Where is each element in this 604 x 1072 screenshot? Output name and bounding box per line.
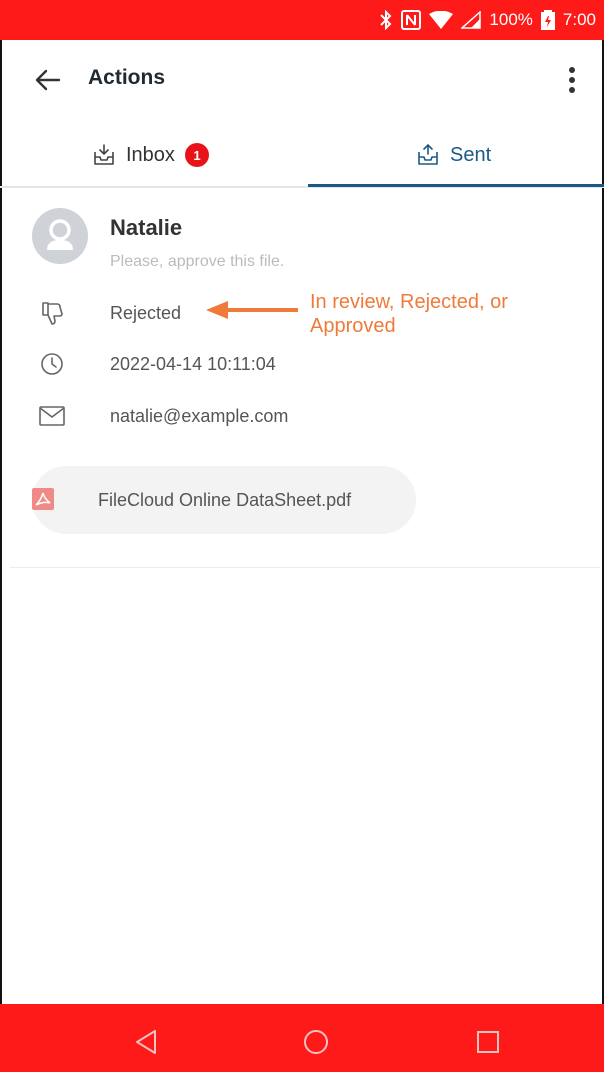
active-tab-indicator xyxy=(308,184,604,187)
inbox-download-icon xyxy=(94,144,114,165)
thumbs-down-icon xyxy=(38,299,66,327)
pdf-icon xyxy=(32,488,54,510)
tab-inbox-label: Inbox xyxy=(126,143,175,166)
tab-bar: Inbox 1 Sent xyxy=(0,124,604,188)
bluetooth-icon xyxy=(379,10,393,30)
signal-icon xyxy=(461,11,482,29)
circle-home-icon xyxy=(304,1030,328,1054)
tab-sent-label: Sent xyxy=(450,143,492,166)
file-attachment[interactable]: FileCloud Online DataSheet.pdf xyxy=(32,466,416,534)
file-name: FileCloud Online DataSheet.pdf xyxy=(98,490,352,510)
clock-icon xyxy=(38,350,66,378)
annotation-arrow-icon xyxy=(204,298,300,327)
page-title: Actions xyxy=(88,66,166,89)
tab-sent[interactable]: Sent xyxy=(416,124,491,186)
wifi-icon xyxy=(429,11,454,29)
date-row: 2022-04-14 10:11:04 xyxy=(0,346,604,382)
avatar xyxy=(32,208,88,264)
system-nav-bar xyxy=(0,1004,604,1072)
sender-name: Natalie xyxy=(110,215,183,240)
mail-icon xyxy=(38,402,66,430)
inbox-upload-icon xyxy=(418,143,438,165)
status-bar: 100% 7:00 xyxy=(0,0,604,40)
clock-time: 7:00 xyxy=(562,10,596,29)
nav-back-button[interactable] xyxy=(132,1028,160,1056)
user-icon xyxy=(47,219,73,250)
tab-inbox[interactable]: Inbox 1 xyxy=(92,124,209,186)
email-row: natalie@example.com xyxy=(0,398,604,434)
square-recents-icon xyxy=(477,1031,499,1053)
more-options-button[interactable] xyxy=(554,62,590,98)
nfc-icon xyxy=(401,10,422,30)
action-message: Please, approve this file. xyxy=(110,253,285,270)
content-divider xyxy=(10,567,600,568)
arrow-left-icon xyxy=(35,69,61,91)
nav-recents-button[interactable] xyxy=(474,1028,502,1056)
annotation-text: In review, Rejected, or Approved xyxy=(310,291,508,337)
more-vertical-icon xyxy=(569,67,575,93)
approval-status: Rejected xyxy=(110,303,182,323)
sender-email[interactable]: natalie@example.com xyxy=(110,406,288,427)
action-datetime: 2022-04-14 10:11:04 xyxy=(110,354,276,374)
battery-charging-icon xyxy=(540,10,555,30)
app-bar: Actions xyxy=(0,40,604,120)
triangle-back-icon xyxy=(136,1030,156,1054)
nav-home-button[interactable] xyxy=(302,1028,330,1056)
back-button[interactable] xyxy=(30,62,66,98)
unread-badge: 1 xyxy=(184,143,209,167)
battery-percent: 100% xyxy=(489,10,533,29)
